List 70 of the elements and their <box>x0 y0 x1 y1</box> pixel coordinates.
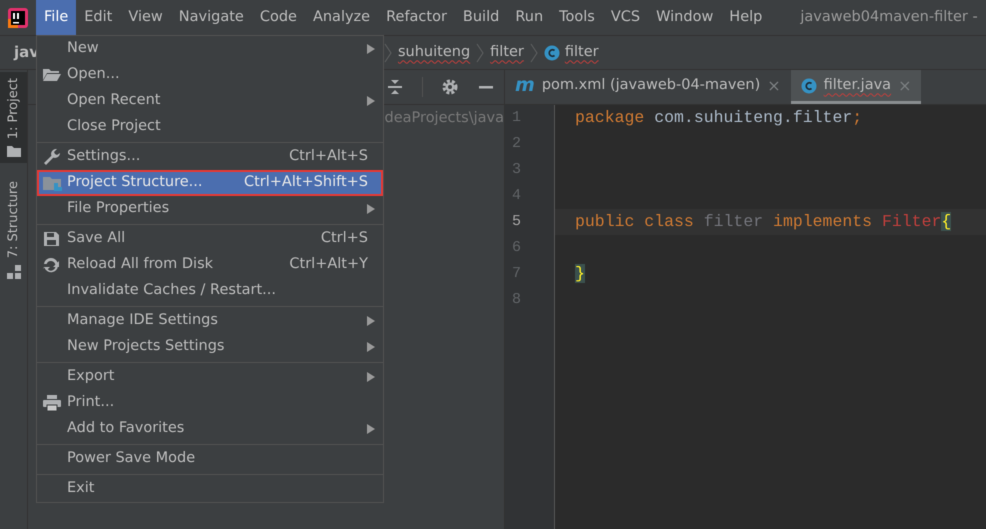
menu-item[interactable]: File <box>36 0 76 35</box>
editor-tab[interactable]: filter.java × <box>790 70 922 104</box>
menu-item[interactable]: Reload All from Disk Ctrl+Alt+Y <box>37 252 383 278</box>
shortcut-text: Ctrl+Alt+Shift+S <box>244 173 368 192</box>
submenu-arrow-icon <box>367 44 375 54</box>
shortcut-text: Ctrl+Alt+S <box>289 147 368 166</box>
breadcrumb-item[interactable]: suhuiteng <box>398 42 470 64</box>
maven-icon: m <box>515 71 535 100</box>
chevron-icon <box>530 42 538 62</box>
menu-item[interactable]: Export <box>37 364 383 390</box>
wrench-icon <box>42 148 62 166</box>
menu-item[interactable]: New <box>37 36 383 62</box>
window-title: javaweb04maven-filter - <box>800 8 978 27</box>
collapse-icon[interactable] <box>386 78 404 96</box>
menu-item[interactable]: Open Recent <box>37 88 383 114</box>
code-line: package com.suhuiteng.filter; <box>575 108 862 127</box>
submenu-arrow-icon <box>367 204 375 214</box>
chevron-icon <box>476 42 484 62</box>
reload-icon <box>42 256 60 274</box>
menu-item[interactable]: View <box>120 0 171 35</box>
folder-icon <box>42 66 62 82</box>
floppy-icon <box>42 230 60 248</box>
menu-item[interactable]: Close Project <box>37 114 383 140</box>
submenu-arrow-icon <box>367 96 375 106</box>
menu-item[interactable]: Window <box>648 0 722 35</box>
path-text: deaProjects\java <box>384 110 504 126</box>
menu-item[interactable]: Help <box>721 0 770 35</box>
menu-item[interactable]: Code <box>252 0 305 35</box>
menu-item[interactable]: Analyze <box>304 0 378 35</box>
menu-item[interactable]: New Projects Settings <box>37 334 383 360</box>
editor-tab[interactable]: m pom.xml (javaweb-04-maven) × <box>505 70 791 104</box>
submenu-arrow-icon <box>367 372 375 382</box>
menu-item[interactable]: Build <box>454 0 508 35</box>
menu-item[interactable]: Navigate <box>170 0 252 35</box>
menu-item[interactable]: Add to Favorites <box>37 416 383 442</box>
menu-item[interactable]: Open... <box>37 62 383 88</box>
class-icon <box>544 44 560 60</box>
tool-window-tab[interactable]: 7: Structure <box>0 175 27 285</box>
shortcut-text: Ctrl+S <box>320 229 368 248</box>
menu-item[interactable]: Edit <box>76 0 120 35</box>
menu-item[interactable]: Power Save Mode <box>37 446 383 472</box>
submenu-arrow-icon <box>367 316 375 326</box>
menu-item[interactable]: Refactor <box>378 0 455 35</box>
menu-item[interactable]: Save All Ctrl+S <box>37 226 383 252</box>
menu-item[interactable]: Tools <box>551 0 603 35</box>
blocks-icon <box>6 264 20 279</box>
tool-window-tab[interactable]: 1: Project <box>0 72 27 164</box>
line-number: 5 <box>512 213 522 230</box>
menu-item[interactable]: Invalidate Caches / Restart... <box>37 278 383 304</box>
submenu-arrow-icon <box>367 342 375 352</box>
menu-item[interactable]: Print... <box>37 390 383 416</box>
menu-item[interactable]: Settings... Ctrl+Alt+S <box>37 144 383 170</box>
code-line: public class filter implements Filter{ <box>575 212 952 231</box>
breadcrumb-item[interactable]: filter <box>564 42 599 64</box>
folder-grid-icon <box>42 174 64 192</box>
shortcut-text: Ctrl+Alt+Y <box>289 255 368 274</box>
menu-item[interactable]: Manage IDE Settings <box>37 308 383 334</box>
settings-icon[interactable] <box>441 78 459 96</box>
submenu-arrow-icon <box>367 424 375 434</box>
menu-item[interactable]: File Properties <box>37 196 383 222</box>
folder-icon <box>6 145 20 158</box>
class-icon <box>800 78 817 94</box>
menu-item[interactable]: VCS <box>602 0 648 35</box>
chevron-icon <box>384 42 392 62</box>
menu-item[interactable]: Project Structure... Ctrl+Alt+Shift+S <box>37 170 383 196</box>
menu-item[interactable]: Run <box>507 0 552 35</box>
printer-icon <box>42 394 62 412</box>
menu-item[interactable]: Exit <box>37 476 383 502</box>
breadcrumb-item[interactable]: filter <box>490 42 524 64</box>
app-logo-icon <box>7 6 29 28</box>
